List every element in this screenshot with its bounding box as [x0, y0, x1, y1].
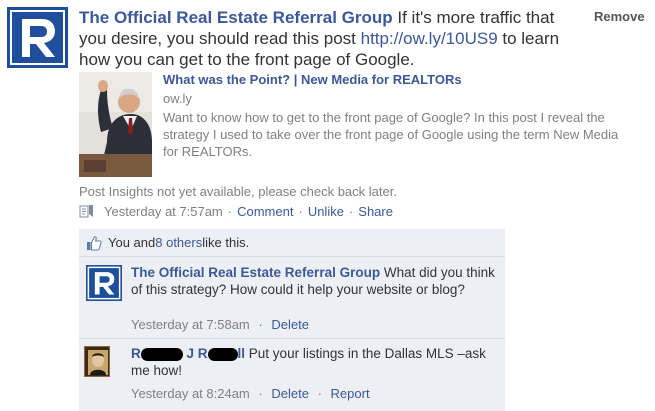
likes-suffix: like this.	[202, 235, 250, 250]
post-url-link[interactable]: http://ow.ly/10US9	[361, 29, 498, 48]
commenter-avatar[interactable]	[86, 265, 122, 301]
realtor-r-glyph	[7, 7, 68, 68]
separator: ·	[258, 317, 263, 332]
realtor-r-logo[interactable]	[7, 7, 68, 68]
comment-body: R J Rll Put your listings in the Dallas …	[131, 345, 501, 379]
author-name-end: ll	[237, 346, 246, 361]
realtor-r-logo	[86, 265, 122, 301]
author-name-mid: J R	[186, 346, 208, 361]
post-author-link[interactable]: The Official Real Estate Referral Group	[79, 8, 393, 27]
author-name-start: R	[131, 346, 141, 361]
attachment-description: Want to know how to get to the front pag…	[163, 110, 619, 159]
separator: ·	[258, 386, 263, 401]
businessman-photo	[79, 72, 152, 177]
comment-timestamp[interactable]: Yesterday at 8:24am	[131, 386, 250, 401]
separator: ·	[298, 203, 303, 219]
comment-meta: Yesterday at 8:24am · Delete · Report	[131, 386, 370, 401]
likes-others-link[interactable]: 8 others	[155, 235, 202, 250]
likes-summary: You and 8 others like this.	[79, 229, 505, 257]
post-timestamp[interactable]: Yesterday at 7:57am	[104, 204, 223, 219]
post-text: The Official Real Estate Referral Group …	[79, 7, 584, 70]
attachment-title-link[interactable]: What was the Point? | New Media for REAL…	[163, 72, 462, 87]
commenter-avatar[interactable]	[84, 346, 110, 377]
unlike-link[interactable]: Unlike	[308, 204, 344, 219]
comment-body: The Official Real Estate Referral Group …	[131, 264, 501, 298]
separator: ·	[227, 203, 233, 219]
redaction-mark	[207, 347, 238, 361]
report-comment-link[interactable]: Report	[331, 386, 370, 401]
comment-author-link[interactable]: R J R ll	[131, 346, 245, 361]
separator: ·	[348, 203, 354, 219]
remove-button[interactable]: Remove	[594, 9, 645, 24]
person-photo	[85, 347, 109, 376]
comment-item: The Official Real Estate Referral Group …	[79, 259, 505, 339]
share-link[interactable]: Share	[358, 204, 393, 219]
delete-comment-link[interactable]: Delete	[271, 386, 309, 401]
status-update-icon	[79, 205, 93, 218]
attachment-thumbnail[interactable]	[79, 72, 152, 177]
comment-meta: Yesterday at 7:58am · Delete	[131, 317, 309, 332]
comment-item: R J Rll Put your listings in the Dallas …	[79, 340, 505, 411]
attachment-domain: ow.ly	[163, 91, 192, 106]
comment-timestamp[interactable]: Yesterday at 7:58am	[131, 317, 250, 332]
comment-author-link[interactable]: The Official Real Estate Referral Group	[131, 265, 380, 280]
comment-link[interactable]: Comment	[237, 204, 293, 219]
post-meta-row: Yesterday at 7:57am · Comment · Unlike ·…	[79, 203, 393, 219]
post-insights-notice: Post Insights not yet available, please …	[79, 184, 397, 199]
separator: ·	[317, 386, 322, 401]
redaction-mark	[140, 347, 183, 361]
delete-comment-link[interactable]: Delete	[271, 317, 309, 332]
thumbs-up-icon	[87, 235, 102, 250]
feedback-box: You and 8 others like this. The Official…	[79, 229, 505, 411]
likes-prefix: You and	[108, 235, 156, 250]
